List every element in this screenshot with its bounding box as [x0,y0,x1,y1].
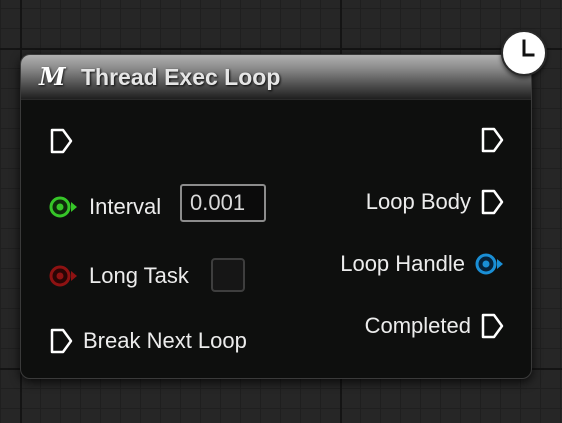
exec-pin-icon [50,328,73,354]
bool-pin-icon [49,265,77,287]
long-task-pin[interactable] [47,264,81,288]
completed-label: Completed [364,313,471,338]
completed-pin[interactable] [480,312,506,340]
exec-pin-icon [50,128,73,154]
clock-icon [522,39,535,57]
exec-pin-icon [481,313,504,339]
loop-handle-pin[interactable] [473,252,507,276]
macro-icon: M [39,62,66,91]
exec-pin-icon [481,189,504,215]
break-next-loop-label: Break Next Loop [83,328,247,353]
float-pin-icon [49,196,77,218]
struct-pin-icon [475,253,503,275]
long-task-checkbox[interactable] [211,258,245,292]
interval-value-input[interactable]: 0.001 [180,184,266,222]
exec-input-pin[interactable] [49,127,75,155]
interval-pin[interactable] [47,195,81,219]
loop-body-pin[interactable] [480,188,506,216]
exec-pin-icon [481,127,504,153]
long-task-label: Long Task [89,263,189,288]
loop-handle-label: Loop Handle [340,251,465,276]
loop-body-label: Loop Body [365,189,471,214]
node-title: Thread Exec Loop [81,64,281,90]
interval-label: Interval [89,194,162,219]
thread-exec-loop-node[interactable]: M Thread Exec Loop Interval Loop Body Lo… [20,54,532,379]
node-header[interactable]: M Thread Exec Loop [21,55,531,100]
latent-badge [501,30,547,76]
exec-output-pin[interactable] [480,126,506,154]
break-next-loop-pin[interactable] [49,327,75,355]
